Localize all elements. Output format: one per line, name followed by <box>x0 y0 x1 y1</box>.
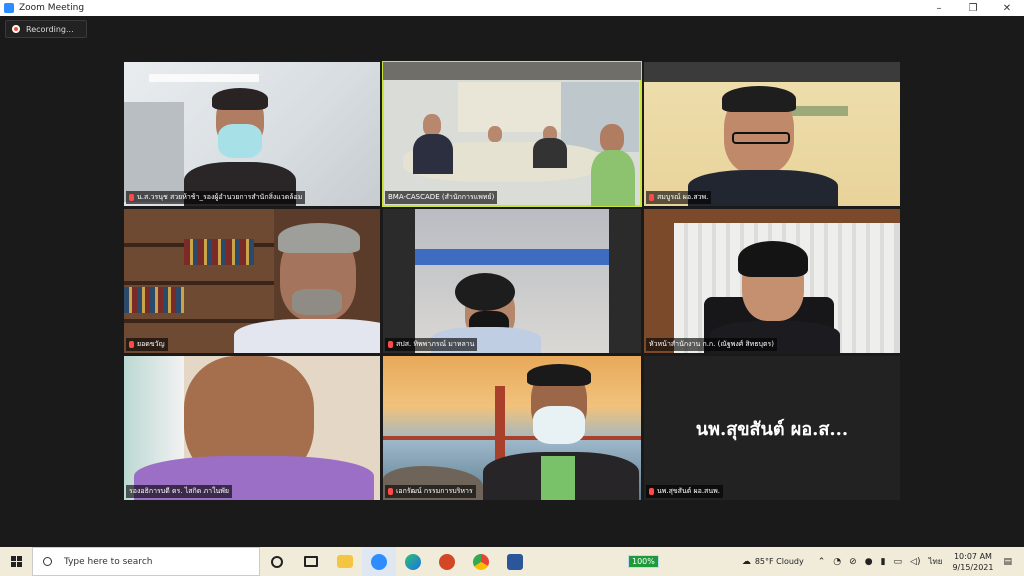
cloud-icon: ☁ <box>741 556 751 567</box>
network-icon[interactable]: ▭ <box>894 557 903 567</box>
participant-name: เอกรัฒน์ กรรมการบริหาร <box>385 485 476 498</box>
file-explorer-icon[interactable] <box>328 547 362 576</box>
volume-icon[interactable]: ◁) <box>910 557 920 567</box>
start-button[interactable] <box>0 547 32 576</box>
zoom-app-icon <box>4 3 14 13</box>
muted-mic-icon <box>129 341 134 348</box>
video-tile-no-video[interactable]: นพ.สุขสันต์ ผอ.ส... นพ.สุขสันต์ ผอ.สนพ. <box>644 356 900 500</box>
participant-name: รองอธิการบดี ดร. ไสกิด ภาในพัย <box>126 485 233 498</box>
taskbar-search[interactable]: Type here to search <box>32 547 260 576</box>
muted-mic-icon <box>129 194 134 201</box>
video-tile[interactable]: สมบูรณ์ ผอ.สวพ. <box>644 62 900 206</box>
muted-mic-icon <box>388 341 393 348</box>
participant-name: BMA-CASCADE (สำนักการแพทย์) <box>385 191 498 204</box>
cortana-icon[interactable] <box>260 547 294 576</box>
maximize-icon[interactable]: ❐ <box>956 0 990 16</box>
participant-name: ยอดขวัญ <box>126 338 168 351</box>
video-tile[interactable]: สปส. ทิพพาภรณ์ มาหลาน <box>383 209 641 353</box>
window-controls: – ❐ ✕ <box>922 0 1024 16</box>
powerpoint-icon[interactable] <box>430 547 464 576</box>
video-tile[interactable]: ยอดขวัญ <box>124 209 380 353</box>
video-tile[interactable]: เอกรัฒน์ กรรมการบริหาร <box>383 356 641 500</box>
participant-name: สมบูรณ์ ผอ.สวพ. <box>646 191 712 204</box>
minimize-icon[interactable]: – <box>922 0 956 16</box>
video-tile-active-speaker[interactable]: BMA-CASCADE (สำนักการแพทย์) <box>382 61 642 207</box>
recording-indicator[interactable]: Recording... <box>5 20 87 38</box>
clock-time: 10:07 AM <box>953 551 992 561</box>
video-tile[interactable]: รองอธิการบดี ดร. ไสกิด ภาในพัย <box>124 356 380 500</box>
search-placeholder: Type here to search <box>64 556 153 567</box>
zoom-taskbar-icon[interactable] <box>362 547 396 576</box>
usb-icon[interactable]: ▮ <box>881 557 886 567</box>
system-clock[interactable]: 10:07 AM 9/15/2021 <box>952 551 993 573</box>
recording-label: Recording... <box>26 24 74 34</box>
windows-taskbar: Type here to search 100% ☁ 85°F Cloudy ⌃… <box>0 547 1024 576</box>
close-icon[interactable]: ✕ <box>990 0 1024 16</box>
participant-name: หัวหน้าสำนักงาน ก.ก. (ณัฐพงศ์ สิทธบุตร) <box>646 338 778 351</box>
task-view-icon[interactable] <box>294 547 328 576</box>
weather-text[interactable]: 85°F Cloudy <box>755 557 804 566</box>
muted-mic-icon <box>388 488 393 495</box>
microphone-icon[interactable]: ● <box>865 557 873 567</box>
word-icon[interactable] <box>498 547 532 576</box>
participant-display-name: นพ.สุขสันต์ ผอ.ส... <box>695 418 849 440</box>
record-icon <box>12 25 20 33</box>
tray-app-icon[interactable]: ◔ <box>833 557 841 567</box>
chrome-icon[interactable] <box>464 547 498 576</box>
notification-icon[interactable]: ▤ <box>1003 557 1012 567</box>
video-tile[interactable]: หัวหน้าสำนักงาน ก.ก. (ณัฐพงศ์ สิทธบุตร) <box>644 209 900 353</box>
muted-mic-icon <box>649 488 654 495</box>
muted-mic-icon <box>649 194 654 201</box>
participant-name: สปส. ทิพพาภรณ์ มาหลาน <box>385 338 478 351</box>
participant-name: นพ.สุขสันต์ ผอ.สนพ. <box>646 485 723 498</box>
edge-browser-icon[interactable] <box>396 547 430 576</box>
battery-indicator[interactable]: 100% <box>628 555 659 568</box>
meeting-area: Recording... น.ส.วรนุช สวยห้าช้า_รองผู้อ… <box>0 16 1024 547</box>
window-titlebar: Zoom Meeting – ❐ ✕ <box>0 0 1024 16</box>
search-icon <box>43 557 52 566</box>
clock-date: 9/15/2021 <box>952 562 994 572</box>
security-icon[interactable]: ⊘ <box>849 557 857 567</box>
windows-icon <box>10 556 22 567</box>
participant-name: น.ส.วรนุช สวยห้าช้า_รองผู้อำนวยการสำนักส… <box>126 191 306 204</box>
chevron-up-icon[interactable]: ⌃ <box>818 557 826 567</box>
input-language[interactable]: ไทย <box>928 555 942 568</box>
face-mask <box>218 124 262 158</box>
system-tray: ☁ 85°F Cloudy ⌃ ◔ ⊘ ● ▮ ▭ ◁) ไทย 10:07 A… <box>738 547 1024 576</box>
window-title: Zoom Meeting <box>19 3 85 13</box>
video-tile[interactable]: น.ส.วรนุช สวยห้าช้า_รองผู้อำนวยการสำนักส… <box>124 62 380 206</box>
